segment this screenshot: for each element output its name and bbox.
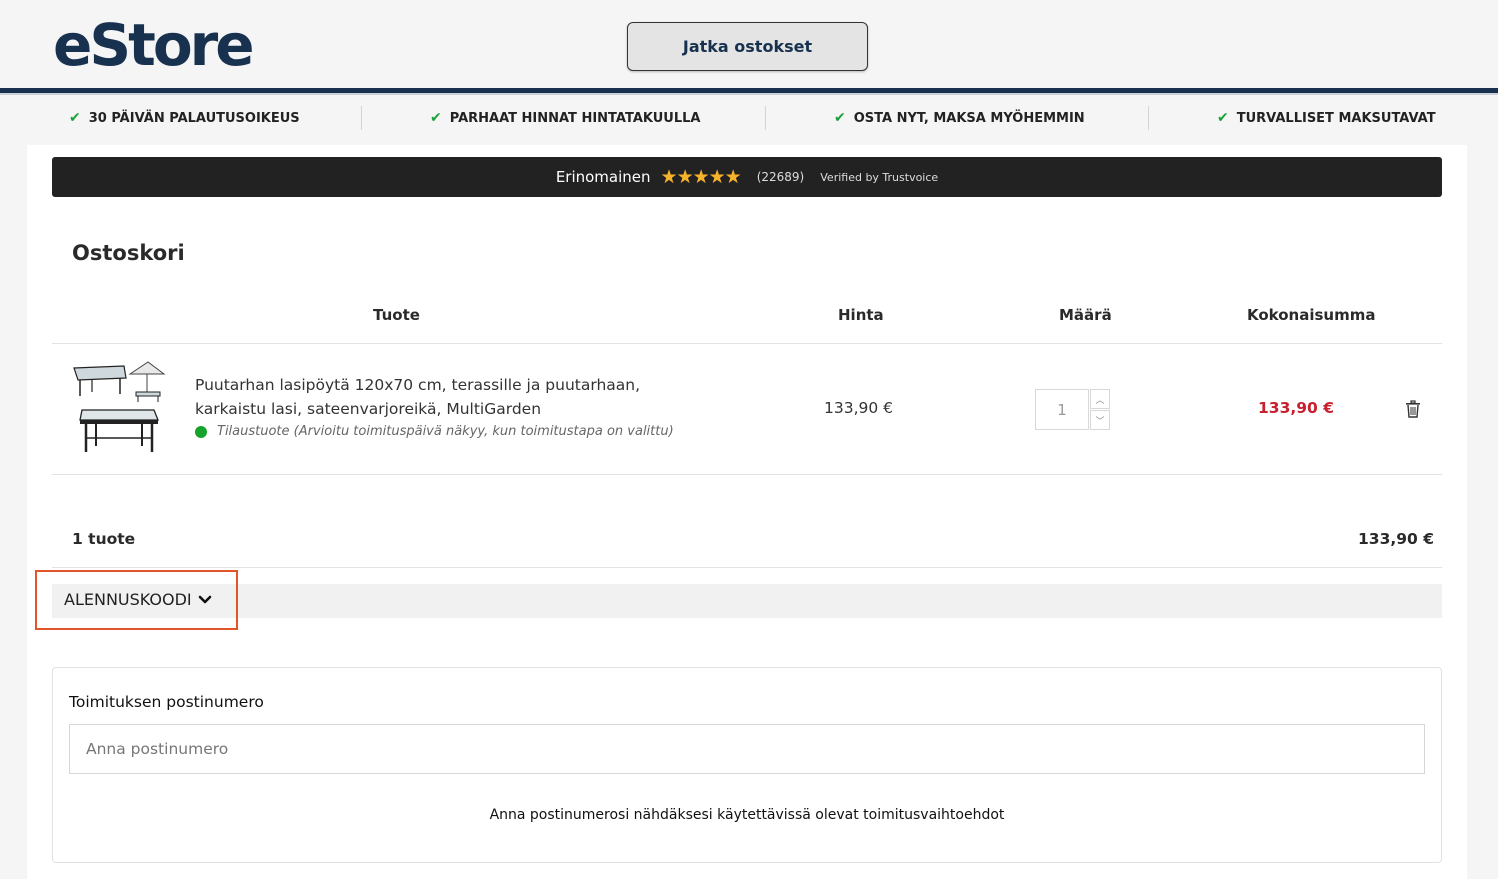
- usp-secure-payments: ✔ TURVALLISET MAKSUTAVAT: [1217, 110, 1436, 126]
- column-header-total: Kokonaisumma: [1247, 306, 1376, 324]
- product-line-total: 133,90 €: [1258, 399, 1334, 417]
- column-header-price: Hinta: [838, 306, 884, 324]
- discount-code-highlight: [35, 570, 238, 630]
- cart-item-count: 1 tuote: [72, 530, 136, 548]
- discount-code-bar: [52, 584, 1442, 618]
- usp-separator: [765, 106, 766, 130]
- usp-separator: [361, 106, 362, 130]
- product-image[interactable]: [70, 360, 166, 456]
- product-stock-status: Tilaustuote (Arvioitu toimituspäivä näky…: [195, 424, 674, 439]
- postal-code-label: Toimituksen postinumero: [69, 693, 264, 711]
- column-header-quantity: Määrä: [1059, 306, 1112, 324]
- usp-label: PARHAAT HINNAT HINTATAKUULLA: [449, 110, 701, 126]
- trash-icon[interactable]: [1405, 400, 1421, 418]
- usp-label: 30 PÄIVÄN PALAUTUSOIKEUS: [88, 110, 300, 126]
- column-header-product: Tuote: [373, 306, 420, 324]
- status-dot-icon: [195, 425, 207, 438]
- shipping-hint: Anna postinumerosi nähdäksesi käytettävi…: [489, 807, 1005, 823]
- product-name-link[interactable]: Puutarhan lasipöytä 120x70 cm, terassill…: [195, 373, 715, 421]
- check-icon: ✔: [69, 110, 81, 126]
- usp-separator: [1148, 106, 1149, 130]
- quantity-increase-icon[interactable]: ︿: [1090, 389, 1110, 409]
- quantity-decrease-icon[interactable]: ﹀: [1090, 410, 1110, 430]
- estore-logo[interactable]: eStore: [53, 10, 255, 80]
- check-icon: ✔: [430, 110, 442, 126]
- header-divider-thin: [0, 93, 1498, 95]
- postal-code-input[interactable]: [69, 724, 1425, 774]
- table-divider: [52, 474, 1442, 475]
- trust-rating-label: Erinomainen: [555, 168, 651, 186]
- check-icon: ✔: [834, 110, 846, 126]
- table-divider: [52, 343, 1442, 344]
- usp-return-policy: ✔ 30 PÄIVÄN PALAUTUSOIKEUS: [69, 110, 300, 126]
- check-icon: ✔: [1217, 110, 1229, 126]
- usp-buy-now-pay-later: ✔ OSTA NYT, MAKSA MYÖHEMMIN: [834, 110, 1085, 126]
- trust-bar[interactable]: Erinomainen ★★★★★ (22689) Verified by Tr…: [52, 157, 1442, 197]
- usp-label: TURVALLISET MAKSUTAVAT: [1236, 110, 1436, 126]
- trust-review-count: (22689): [756, 170, 805, 184]
- quantity-input[interactable]: 1: [1035, 389, 1089, 430]
- usp-best-price: ✔ PARHAAT HINNAT HINTATAKUULLA: [430, 110, 700, 126]
- product-unit-price: 133,90 €: [824, 399, 894, 417]
- star-rating-icon: ★★★★★: [660, 166, 742, 188]
- cart-subtotal: 133,90 €: [1358, 530, 1434, 548]
- continue-shopping-button[interactable]: Jatka ostokset: [627, 22, 868, 71]
- product-status-text: Tilaustuote (Arvioitu toimituspäivä näky…: [217, 424, 674, 439]
- summary-divider: [52, 567, 1442, 568]
- page-title: Ostoskori: [72, 241, 185, 265]
- usp-label: OSTA NYT, MAKSA MYÖHEMMIN: [853, 110, 1085, 126]
- trust-verified-text: Verified by Trustvoice: [820, 170, 939, 184]
